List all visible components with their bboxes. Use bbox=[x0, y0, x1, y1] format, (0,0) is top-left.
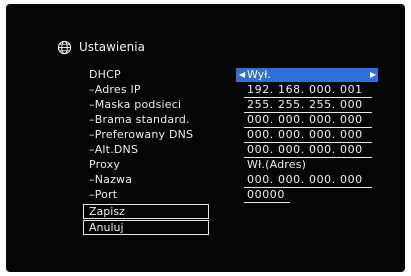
proxy-label: Proxy bbox=[89, 158, 121, 171]
dhcp-value: Wył. bbox=[247, 68, 271, 81]
settings-header: Ustawienia bbox=[57, 38, 145, 56]
dns2-value[interactable]: 000. 000. 000. 000 bbox=[247, 143, 363, 157]
mask-value[interactable]: 255. 255. 255. 000 bbox=[247, 98, 363, 112]
arrow-left-icon[interactable]: ◀ bbox=[239, 68, 245, 82]
gateway-value[interactable]: 000. 000. 000. 000 bbox=[247, 113, 363, 127]
proxy-port-value[interactable]: 00000 bbox=[247, 188, 285, 202]
cancel-button[interactable]: Anuluj bbox=[83, 220, 209, 235]
mask-label: –Maska podsieci bbox=[89, 98, 182, 111]
settings-screen: Ustawienia DHCP ◀ Wył. ▶ –Adres IP 192. … bbox=[6, 4, 405, 272]
proxy-port-label: –Port bbox=[89, 188, 118, 201]
globe-icon bbox=[57, 40, 72, 54]
arrow-right-icon[interactable]: ▶ bbox=[370, 68, 376, 82]
proxy-name-label: –Nazwa bbox=[89, 173, 133, 186]
dns1-value[interactable]: 000. 000. 000. 000 bbox=[247, 128, 363, 142]
dns2-label: –Alt.DNS bbox=[89, 143, 139, 156]
gateway-label: –Brama standard. bbox=[89, 113, 190, 126]
dns1-label: –Preferowany DNS bbox=[89, 128, 194, 141]
settings-title: Ustawienia bbox=[79, 40, 145, 54]
proxy-port-underline bbox=[244, 202, 290, 203]
dhcp-label: DHCP bbox=[89, 68, 121, 81]
ip-value[interactable]: 192. 168. 000. 001 bbox=[247, 83, 363, 97]
proxy-name-value[interactable]: 000. 000. 000. 000 bbox=[247, 173, 363, 187]
proxy-value[interactable]: Wł.(Adres) bbox=[247, 158, 306, 172]
save-button[interactable]: Zapisz bbox=[83, 204, 209, 219]
ip-label: –Adres IP bbox=[89, 83, 141, 96]
